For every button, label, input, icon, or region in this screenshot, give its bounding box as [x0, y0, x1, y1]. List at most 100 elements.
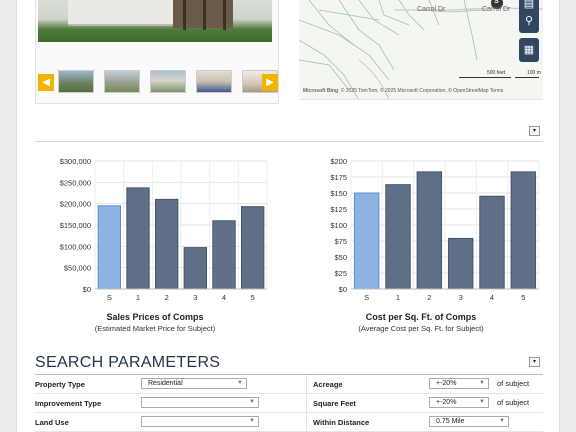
chevron-down-icon: ▼ [249, 418, 255, 424]
search-row: Property Type Residential ▼ Acreage +-20%… [35, 375, 543, 394]
within-distance-select[interactable]: 0.75 Mile ▼ [429, 416, 509, 427]
photo-thumbnail[interactable] [104, 70, 140, 93]
chevron-down-icon: ▼ [249, 399, 255, 405]
search-row: Land Use ▼ Within Distance 0.75 Mile ▼ [35, 413, 543, 432]
x-tick-label: 4 [222, 293, 226, 300]
acreage-suffix: of subject [497, 379, 530, 388]
y-tick-label: $200 [330, 157, 347, 166]
property-type-label: Property Type [35, 380, 85, 389]
subject-bar[interactable] [353, 192, 380, 290]
ruler-icon: ▦ [523, 44, 535, 56]
bing-logo: Microsoft Bing [303, 88, 338, 94]
acreage-select[interactable]: +-20% ▼ [429, 378, 489, 389]
x-tick-label: 3 [459, 293, 463, 300]
y-tick-label: $100 [330, 221, 347, 230]
y-tick-label: $125 [330, 205, 347, 214]
improvement-type-select[interactable]: ▼ [141, 397, 259, 408]
comp-bar[interactable] [240, 206, 265, 290]
property-type-select[interactable]: Residential ▼ [141, 378, 247, 389]
map-street-label: Carrol Dr [417, 6, 446, 13]
y-tick-label: $175 [330, 173, 347, 182]
comp-bar[interactable] [510, 171, 537, 290]
search-parameters-title: SEARCH PARAMETERS [35, 354, 221, 371]
prev-photo-button[interactable]: ◀ [38, 74, 54, 91]
cost-per-sqft-chart: $0 $25 $50 $75 $100 $125 $150 $175 $200 S 1 2 3 4 5 Co… [299, 150, 543, 340]
chart-subtitle: (Estimated Market Price for Subject) [94, 324, 216, 333]
land-use-select[interactable]: ▼ [141, 416, 259, 427]
acreage-label: Acreage [313, 380, 343, 389]
square-feet-label: Square Feet [313, 399, 356, 408]
y-tick-label: $250,000 [60, 178, 91, 187]
cost-per-sqft-plot: $0 $25 $50 $75 $100 $125 $150 $175 $200 S 1 2 3 4 5 [330, 157, 540, 300]
x-tick-label: 3 [193, 293, 197, 300]
scale-feet: 500 feet [487, 70, 506, 76]
land-use-label: Land Use [35, 418, 69, 427]
comp-bar[interactable] [154, 198, 179, 290]
y-tick-label: $0 [339, 285, 347, 294]
photo-thumbnail[interactable] [150, 70, 186, 93]
comp-bar[interactable] [447, 237, 474, 290]
x-tick-label: 4 [490, 293, 494, 300]
chevron-down-icon: ▾ [532, 359, 536, 365]
y-tick-label: $75 [334, 237, 347, 246]
y-tick-label: $300,000 [60, 157, 91, 166]
subject-marker[interactable]: S [494, 0, 499, 5]
map-attribution: Microsoft Bing © 2025 TomTom, © 2025 Mic… [303, 88, 504, 94]
x-tick-label: S [107, 293, 112, 300]
sales-price-chart: $0 $50,000 $100,000 $150,000 $200,000 $250,00… [35, 150, 275, 340]
y-tick-label: $200,000 [60, 200, 91, 209]
chart-subtitle: (Average Cost per Sq. Ft. for Subject) [358, 324, 484, 333]
y-tick-label: $50 [334, 253, 347, 262]
x-tick-label: 2 [427, 293, 431, 300]
y-tick-label: $0 [83, 285, 91, 294]
x-tick-label: 5 [251, 293, 255, 300]
section-divider [35, 141, 543, 142]
comps-map[interactable]: Carrol Dr Carrol Dr S ▤ ⚲ ▦ 500 feet 100… [299, 0, 543, 100]
sales-price-plot: $0 $50,000 $100,000 $150,000 $200,000 $250,00… [60, 157, 268, 300]
subject-bar[interactable] [97, 205, 122, 290]
y-tick-label: $150 [330, 189, 347, 198]
x-tick-label: 1 [136, 293, 140, 300]
chevron-left-icon: ◀ [42, 77, 50, 88]
map-street-label: Carrol Dr [482, 6, 511, 13]
photo-thumbnail[interactable] [58, 70, 94, 93]
within-distance-label: Within Distance [313, 418, 370, 427]
collapse-search-button[interactable]: ▾ [529, 357, 540, 367]
square-feet-suffix: of subject [497, 398, 530, 407]
chevron-down-icon: ▼ [479, 380, 485, 386]
chevron-down-icon: ▾ [532, 128, 536, 134]
y-tick-label: $50,000 [64, 264, 91, 273]
comp-bar[interactable] [212, 220, 236, 290]
property-photo-panel: ◀ ▶ [35, 0, 279, 104]
comp-bar[interactable] [183, 247, 208, 290]
next-photo-button[interactable]: ▶ [262, 74, 278, 91]
scale-meters: 100 m [527, 70, 541, 76]
chevron-right-icon: ▶ [266, 77, 274, 88]
report-page: ◀ ▶ Carrol Dr Carrol Dr S ▤ ⚲ ▦ 500 feet… [16, 0, 560, 432]
square-feet-select[interactable]: +-20% ▼ [429, 397, 489, 408]
photo-thumbnail-strip: ◀ ▶ [36, 70, 280, 94]
x-tick-label: 5 [521, 293, 525, 300]
y-tick-label: $100,000 [60, 242, 91, 251]
search-row: Improvement Type ▼ Square Feet +-20% ▼ of… [35, 394, 543, 413]
main-property-photo[interactable] [38, 0, 272, 42]
collapse-charts-button[interactable]: ▾ [529, 126, 540, 136]
comp-bar[interactable] [126, 187, 150, 290]
y-tick-label: $150,000 [60, 221, 91, 230]
map-search-button[interactable]: ⚲ [519, 9, 539, 33]
chevron-down-icon: ▼ [237, 380, 243, 386]
improvement-type-label: Improvement Type [35, 399, 102, 408]
chart-title: Cost per Sq. Ft. of Comps [365, 312, 477, 322]
comp-bar[interactable] [416, 171, 443, 290]
x-tick-label: 1 [396, 293, 400, 300]
measure-button[interactable]: ▦ [519, 38, 539, 62]
comp-bar[interactable] [385, 184, 411, 290]
search-icon: ⚲ [524, 15, 534, 27]
x-tick-label: 2 [165, 293, 169, 300]
chevron-down-icon: ▼ [479, 399, 485, 405]
photo-thumbnail[interactable] [196, 70, 232, 93]
map-roads [299, 0, 543, 99]
chart-title: Sales Prices of Comps [106, 312, 204, 322]
y-tick-label: $25 [334, 269, 347, 278]
comp-bar[interactable] [479, 195, 505, 290]
